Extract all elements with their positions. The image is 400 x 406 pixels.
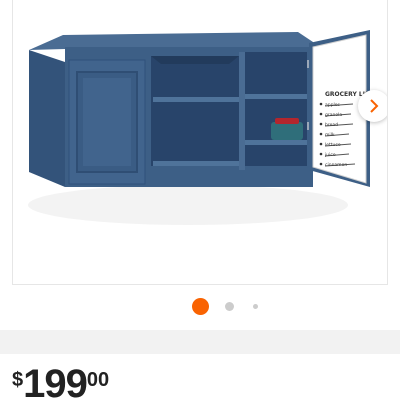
carousel-dot-active[interactable]	[192, 298, 209, 315]
product-image-gallery[interactable]: GROCERY LIST apples granola bread milk lettuc…	[12, 0, 388, 285]
whiteboard-item: granola	[325, 112, 342, 118]
carousel-dot[interactable]	[253, 304, 258, 309]
whiteboard-bullet	[319, 132, 323, 136]
whiteboard-bullet	[319, 102, 323, 106]
next-image-button[interactable]	[358, 90, 387, 122]
whiteboard-item: cinnamon	[325, 162, 347, 168]
product-image: GROCERY LISTapplesgranolabreadmilklettuc…	[28, 30, 374, 225]
whiteboard-item: juice	[324, 152, 336, 158]
carousel-pagination	[0, 298, 400, 316]
section-divider	[0, 330, 400, 354]
whiteboard-bullet	[319, 162, 323, 166]
carousel-dot[interactable]	[225, 302, 234, 311]
price: $ 199 00	[12, 364, 110, 404]
whiteboard-item: lettuce	[325, 142, 341, 148]
price-cents: 00	[86, 369, 110, 391]
price-currency: $	[12, 369, 24, 391]
whiteboard-bullet	[319, 152, 323, 156]
whiteboard-bullet	[319, 142, 323, 146]
whiteboard-item: bread	[325, 122, 338, 128]
whiteboard-bullet	[319, 122, 323, 126]
whiteboard-item: apples	[325, 102, 340, 108]
chevron-right-icon	[370, 99, 379, 113]
price-dollars: 199	[23, 362, 88, 406]
whiteboard-item: milk	[325, 132, 335, 138]
whiteboard-bullet	[319, 112, 323, 116]
